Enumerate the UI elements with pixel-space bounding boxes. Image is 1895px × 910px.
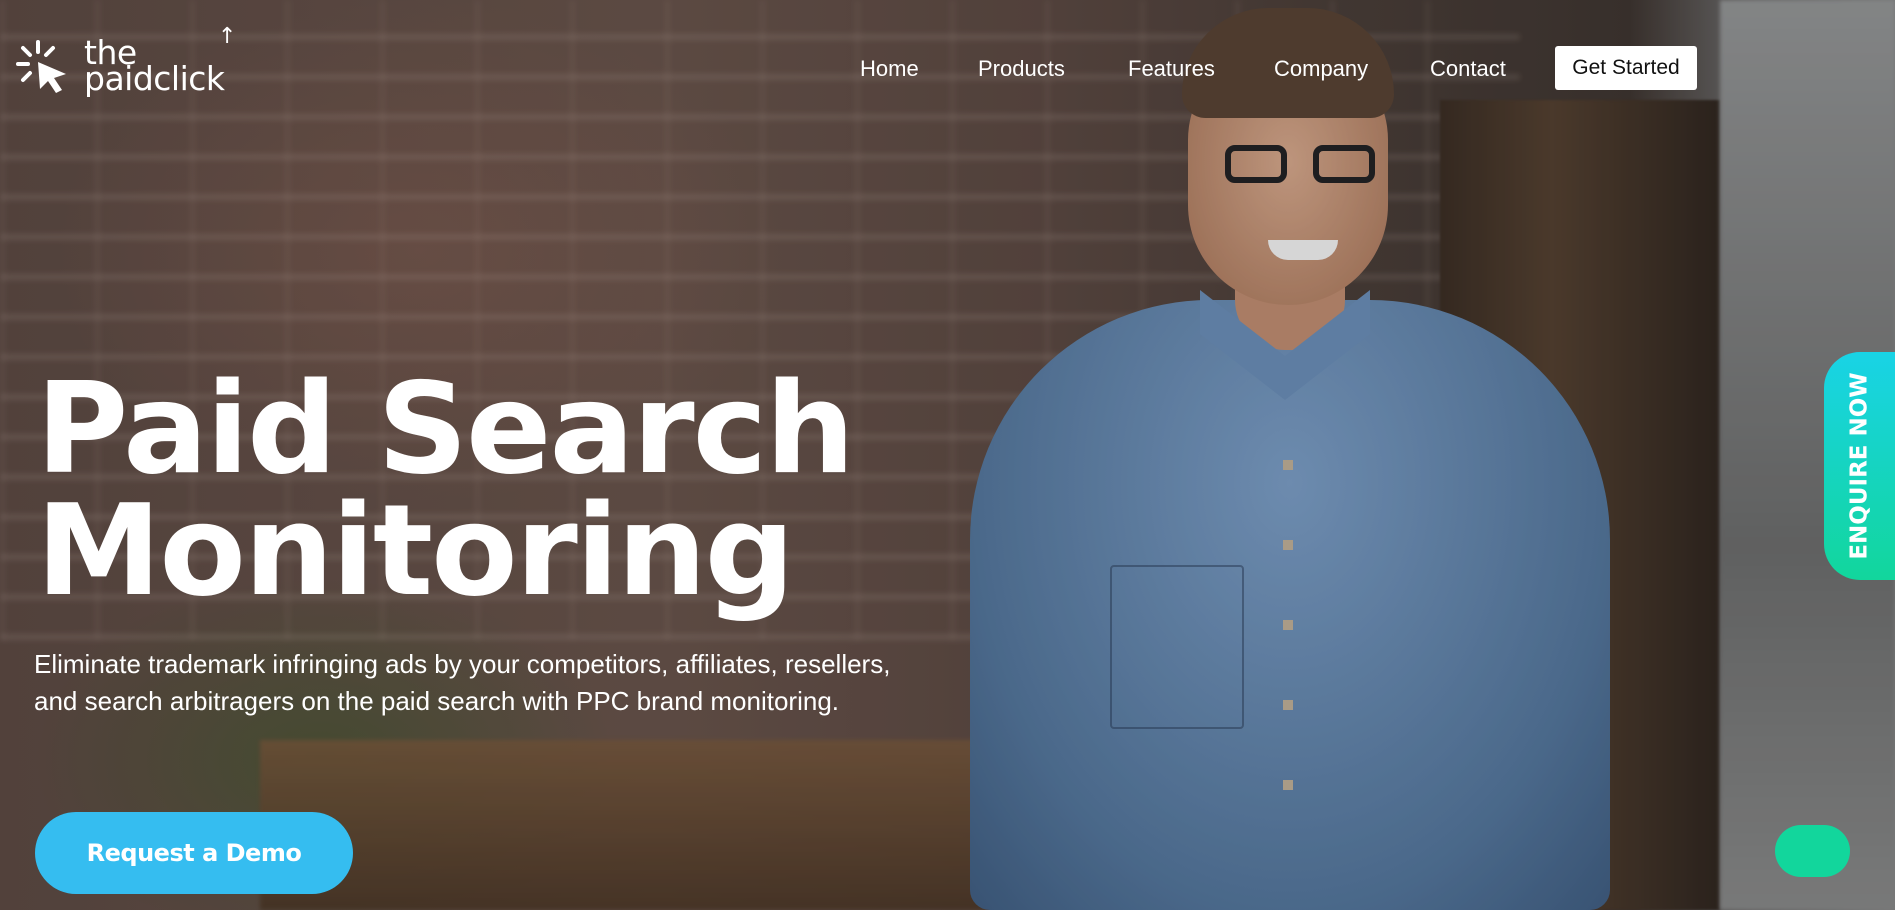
nav-features[interactable]: Features xyxy=(1128,56,1215,82)
nav-company[interactable]: Company xyxy=(1274,56,1368,82)
page-title: Paid Search Monitoring xyxy=(36,366,855,614)
chat-icon[interactable] xyxy=(1775,825,1850,877)
brand-wordmark: the paidclick ↑ xyxy=(84,26,236,96)
brand-line2: paidclick xyxy=(84,59,225,98)
hero-subtext: Eliminate trademark infringing ads by yo… xyxy=(34,649,891,716)
arrow-up-icon: ↑ xyxy=(218,24,236,49)
get-started-button[interactable]: Get Started xyxy=(1555,46,1697,90)
enquire-now-label: ENQUIRE NOW xyxy=(1846,372,1873,560)
nav-home[interactable]: Home xyxy=(860,56,919,82)
enquire-now-tab[interactable]: ENQUIRE NOW xyxy=(1824,352,1895,580)
brand-logo[interactable]: the paidclick ↑ xyxy=(16,26,236,96)
request-demo-button[interactable]: Request a Demo xyxy=(35,812,353,894)
cursor-click-logo-icon xyxy=(16,38,72,94)
nav-contact[interactable]: Contact xyxy=(1430,56,1506,82)
headline-line2: Monitoring xyxy=(36,477,795,624)
nav-products[interactable]: Products xyxy=(978,56,1065,82)
